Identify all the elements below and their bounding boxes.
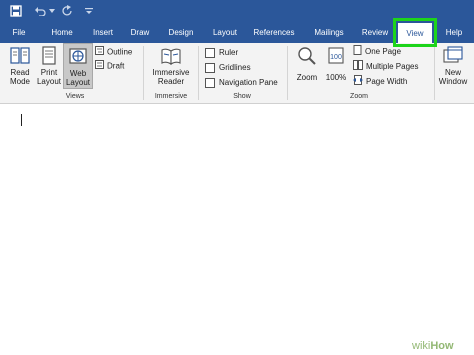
undo-dropdown-icon[interactable] bbox=[48, 3, 56, 19]
zoom-100-button[interactable]: 100 100% bbox=[323, 43, 349, 82]
wikihow-how-text: How bbox=[430, 340, 454, 352]
navigation-pane-checkbox-box[interactable] bbox=[205, 77, 215, 88]
one-page-label: One Page bbox=[365, 47, 402, 57]
zoom-100-label: 100% bbox=[325, 73, 347, 82]
immersive-reader-icon bbox=[160, 45, 182, 67]
read-mode-label-1: Read bbox=[10, 68, 30, 77]
zoom-label: Zoom bbox=[296, 73, 318, 82]
new-window-label-2: Window bbox=[438, 77, 468, 86]
web-layout-icon bbox=[67, 46, 89, 68]
gridlines-label: Gridlines bbox=[219, 63, 251, 72]
page-width-label: Page Width bbox=[366, 77, 408, 87]
outline-button[interactable]: Outline bbox=[95, 46, 132, 58]
multiple-pages-label: Multiple Pages bbox=[366, 62, 419, 72]
web-layout-label-1: Web bbox=[69, 69, 87, 78]
undo-icon[interactable] bbox=[33, 3, 47, 19]
navigation-pane-checkbox[interactable]: Navigation Pane bbox=[205, 77, 278, 89]
wikihow-wiki-text: wiki bbox=[412, 340, 431, 352]
tab-design[interactable]: Design bbox=[164, 22, 198, 43]
multiple-pages-icon bbox=[353, 60, 363, 74]
draft-label: Draft bbox=[107, 61, 125, 71]
tab-layout[interactable]: Layout bbox=[208, 22, 242, 43]
save-icon[interactable] bbox=[8, 3, 24, 19]
read-mode-icon bbox=[9, 45, 31, 67]
tab-home[interactable]: Home bbox=[47, 22, 77, 43]
gridlines-checkbox-box[interactable] bbox=[205, 62, 215, 73]
draft-icon bbox=[95, 60, 104, 73]
tab-mailings[interactable]: Mailings bbox=[310, 22, 348, 43]
one-page-icon bbox=[353, 45, 362, 59]
separator bbox=[434, 46, 435, 100]
zoom-button[interactable]: Zoom bbox=[292, 43, 322, 82]
outline-label: Outline bbox=[107, 47, 133, 57]
svg-text:100: 100 bbox=[330, 54, 342, 61]
immersive-group-label: Immersive bbox=[154, 93, 188, 100]
tab-review[interactable]: Review bbox=[358, 22, 392, 43]
ruler-checkbox-box[interactable] bbox=[205, 47, 215, 58]
web-layout-button[interactable]: Web Layout bbox=[63, 43, 93, 89]
redo-icon[interactable] bbox=[60, 3, 74, 19]
outline-icon bbox=[95, 46, 104, 59]
draft-button[interactable]: Draft bbox=[95, 60, 124, 72]
immersive-reader-button[interactable]: Immersive Reader bbox=[148, 43, 194, 86]
ruler-label: Ruler bbox=[219, 48, 239, 57]
ribbon-view-panel: Read Mode Print Layout Web Layout Outlin… bbox=[0, 43, 474, 104]
page-width-icon bbox=[353, 75, 363, 89]
separator bbox=[198, 46, 199, 100]
show-group-label: Show bbox=[233, 93, 251, 100]
views-group-label: Views bbox=[65, 93, 85, 100]
separator bbox=[143, 46, 144, 100]
print-layout-icon bbox=[38, 45, 60, 67]
multiple-pages-button[interactable]: Multiple Pages bbox=[353, 60, 418, 72]
new-window-button[interactable]: New Window bbox=[436, 43, 470, 86]
text-cursor bbox=[21, 114, 22, 126]
customize-toolbar-icon[interactable] bbox=[84, 3, 94, 19]
document-canvas[interactable] bbox=[0, 104, 474, 355]
page-width-button[interactable]: Page Width bbox=[353, 75, 407, 87]
wikihow-watermark: wikiHow bbox=[412, 340, 454, 352]
ruler-checkbox[interactable]: Ruler bbox=[205, 47, 238, 59]
new-window-label-1: New bbox=[444, 68, 461, 77]
print-layout-label-2: Layout bbox=[36, 77, 62, 86]
read-mode-label-2: Mode bbox=[9, 77, 30, 86]
tab-help[interactable]: Help bbox=[440, 22, 468, 43]
tab-draw[interactable]: Draw bbox=[126, 22, 154, 43]
view-tab-highlight bbox=[393, 18, 437, 47]
immersive-reader-label-1: Immersive bbox=[152, 68, 190, 77]
web-layout-label-2: Layout bbox=[65, 78, 91, 87]
zoom-group-label: Zoom bbox=[350, 93, 368, 100]
print-layout-label-1: Print bbox=[40, 68, 58, 77]
gridlines-checkbox[interactable]: Gridlines bbox=[205, 62, 251, 74]
tab-insert[interactable]: Insert bbox=[88, 22, 118, 43]
print-layout-button[interactable]: Print Layout bbox=[35, 43, 63, 86]
read-mode-button[interactable]: Read Mode bbox=[5, 43, 35, 86]
zoom-100-icon: 100 bbox=[325, 45, 347, 67]
new-window-icon bbox=[442, 45, 464, 67]
zoom-icon bbox=[296, 45, 318, 67]
tab-references[interactable]: References bbox=[251, 22, 297, 43]
separator bbox=[287, 46, 288, 100]
navigation-pane-label: Navigation Pane bbox=[219, 78, 278, 87]
tab-file[interactable]: File bbox=[6, 22, 32, 43]
immersive-reader-label-2: Reader bbox=[157, 77, 185, 86]
